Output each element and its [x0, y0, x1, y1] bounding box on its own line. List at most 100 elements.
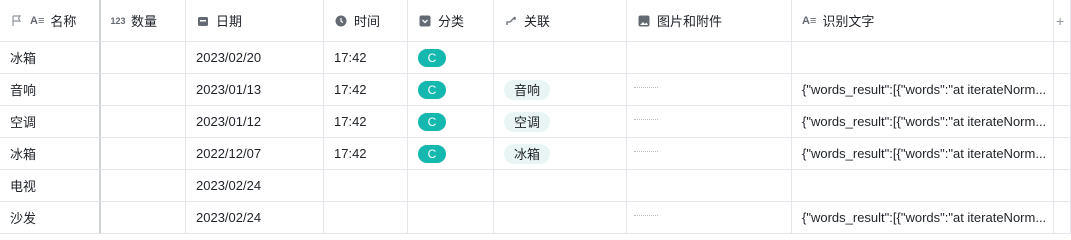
cell-date[interactable]: 2023/02/24: [186, 170, 324, 202]
table-row[interactable]: 电视 2023/02/24: [0, 170, 1071, 202]
cell-quantity[interactable]: [101, 106, 186, 138]
column-header-time[interactable]: 时间: [324, 0, 408, 42]
category-tag: C: [418, 80, 446, 99]
cell-attachments[interactable]: [627, 170, 792, 202]
cell-ocr-text[interactable]: {"words_result":[{"words":"at iterateNor…: [792, 74, 1054, 106]
cell-category[interactable]: C: [408, 138, 494, 170]
link-tag[interactable]: 冰箱: [504, 143, 551, 164]
cell-date[interactable]: 2023/01/13: [186, 74, 324, 106]
calendar-icon: [196, 14, 210, 28]
cell-name[interactable]: 沙发: [0, 202, 101, 234]
table-row[interactable]: 冰箱 2022/12/07 17:42 C 冰箱 {"words_result"…: [0, 138, 1071, 170]
column-header-label: 分类: [438, 14, 465, 29]
cell-ocr-text[interactable]: {"words_result":[{"words":"at iterateNor…: [792, 106, 1054, 138]
cell-time[interactable]: [324, 202, 408, 234]
column-header-label: 数量: [131, 14, 158, 29]
column-header-link[interactable]: 关联: [494, 0, 627, 42]
column-header-category[interactable]: 分类: [408, 0, 494, 42]
cell-name[interactable]: 冰箱: [0, 42, 101, 74]
cell-time[interactable]: 17:42: [324, 106, 408, 138]
cell-date[interactable]: 2023/02/20: [186, 42, 324, 74]
cell-link[interactable]: [494, 170, 627, 202]
link-icon: [504, 14, 518, 28]
cell-date[interactable]: 2023/01/12: [186, 106, 324, 138]
cell-category[interactable]: [408, 170, 494, 202]
cell-empty: [1054, 202, 1071, 234]
cell-name[interactable]: 电视: [0, 170, 101, 202]
single-select-icon: [418, 14, 432, 28]
column-header-label: 关联: [524, 14, 551, 29]
column-header-attachments[interactable]: 图片和附件: [627, 0, 792, 42]
link-tag[interactable]: 空调: [504, 111, 551, 132]
table-row[interactable]: 冰箱 2023/02/20 17:42 C: [0, 42, 1071, 74]
cell-time[interactable]: 17:42: [324, 42, 408, 74]
attachment-thumbnail[interactable]: [634, 151, 658, 156]
cell-time[interactable]: [324, 170, 408, 202]
cell-ocr-text[interactable]: {"words_result":[{"words":"at iterateNor…: [792, 202, 1054, 234]
column-header-label: 图片和附件: [657, 14, 723, 29]
cell-link[interactable]: [494, 202, 627, 234]
text-icon: A≡: [30, 14, 45, 27]
cell-ocr-text[interactable]: [792, 170, 1054, 202]
cell-quantity[interactable]: [101, 202, 186, 234]
cell-ocr-text[interactable]: {"words_result":[{"words":"at iterateNor…: [792, 138, 1054, 170]
ocr-text-value: {"words_result":[{"words":"at iterateNor…: [802, 210, 1047, 225]
cell-attachments[interactable]: [627, 42, 792, 74]
cell-empty: [1054, 170, 1071, 202]
cell-ocr-text[interactable]: [792, 42, 1054, 74]
table-row[interactable]: 音响 2023/01/13 17:42 C 音响 {"words_result"…: [0, 74, 1071, 106]
cell-attachments[interactable]: [627, 106, 792, 138]
attachment-thumbnail[interactable]: [634, 215, 658, 220]
cell-name[interactable]: 音响: [0, 74, 101, 106]
cell-link[interactable]: [494, 42, 627, 74]
flag-icon: [10, 14, 24, 28]
cell-category[interactable]: C: [408, 42, 494, 74]
cell-date[interactable]: 2022/12/07: [186, 138, 324, 170]
cell-category[interactable]: [408, 202, 494, 234]
ocr-text-value: {"words_result":[{"words":"at iterateNor…: [802, 114, 1047, 129]
text-icon: A≡: [802, 14, 817, 27]
cell-attachments[interactable]: [627, 138, 792, 170]
cell-quantity[interactable]: [101, 74, 186, 106]
category-tag: C: [418, 144, 446, 163]
column-header-ocr-text[interactable]: A≡ 识别文字: [792, 0, 1054, 42]
cell-attachments[interactable]: [627, 74, 792, 106]
cell-empty: [1054, 42, 1071, 74]
cell-time[interactable]: 17:42: [324, 138, 408, 170]
cell-empty: [1054, 138, 1071, 170]
cell-quantity[interactable]: [101, 138, 186, 170]
ocr-text-value: {"words_result":[{"words":"at iterateNor…: [802, 146, 1047, 161]
cell-name[interactable]: 冰箱: [0, 138, 101, 170]
link-tag[interactable]: 音响: [504, 79, 551, 100]
column-header-name[interactable]: A≡ 名称: [0, 0, 101, 42]
category-tag: C: [418, 112, 446, 131]
column-header-label: 识别文字: [822, 14, 875, 29]
table-row[interactable]: 空调 2023/01/12 17:42 C 空调 {"words_result"…: [0, 106, 1071, 138]
cell-quantity[interactable]: [101, 42, 186, 74]
table-row[interactable]: 沙发 2023/02/24 {"words_result":[{"words":…: [0, 202, 1071, 234]
add-column-button[interactable]: +: [1054, 0, 1071, 42]
cell-date[interactable]: 2023/02/24: [186, 202, 324, 234]
ocr-text-value: {"words_result":[{"words":"at iterateNor…: [802, 82, 1047, 97]
attachment-thumbnail[interactable]: [634, 119, 658, 124]
cell-category[interactable]: C: [408, 106, 494, 138]
cell-empty: [1054, 74, 1071, 106]
attachment-thumbnail[interactable]: [634, 87, 658, 92]
cell-quantity[interactable]: [101, 170, 186, 202]
plus-icon: +: [1056, 12, 1065, 29]
cell-link[interactable]: 音响: [494, 74, 627, 106]
column-header-quantity[interactable]: 123 数量: [101, 0, 186, 42]
column-header-date[interactable]: 日期: [186, 0, 324, 42]
cell-empty: [1054, 106, 1071, 138]
column-header-label: 名称: [50, 14, 77, 29]
cell-name[interactable]: 空调: [0, 106, 101, 138]
cell-category[interactable]: C: [408, 74, 494, 106]
cell-time[interactable]: 17:42: [324, 74, 408, 106]
cell-link[interactable]: 空调: [494, 106, 627, 138]
cell-attachments[interactable]: [627, 202, 792, 234]
column-header-label: 日期: [216, 14, 243, 29]
cell-link[interactable]: 冰箱: [494, 138, 627, 170]
category-tag: C: [418, 48, 446, 67]
image-icon: [637, 14, 651, 28]
table-header: A≡ 名称 123 数量 日期 时间 分类 关联 图片和附件 A≡ 识别文字 +: [0, 0, 1071, 42]
